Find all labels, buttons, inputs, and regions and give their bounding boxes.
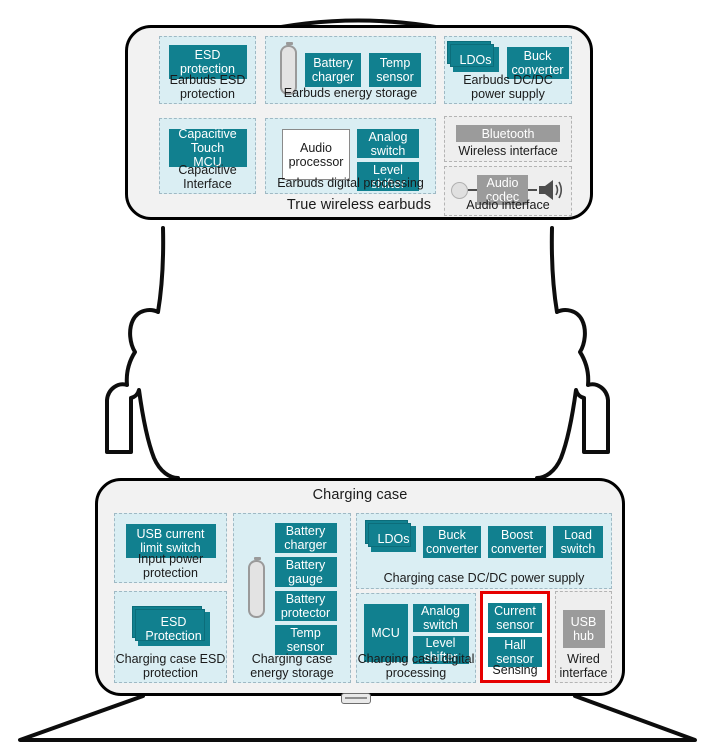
charging-case-panel: Charging case USB current limit switch I… [95,478,625,696]
group-case-esd[interactable]: ESD Protection Charging case ESD protect… [114,591,227,683]
chips-case-sensing: Current sensor Hall sensor [488,603,542,667]
chip-bluetooth[interactable]: Bluetooth [456,125,560,142]
group-case-dcdc[interactable]: LDOs Buck converter Boost converter Load… [356,513,612,589]
label-case-wired: Wired interface [559,652,608,680]
label-earbuds-dcdc: Earbuds DC/DC power supply [463,73,553,101]
chip-temp-sensor-case[interactable]: Temp sensor [274,625,337,655]
wire-right [528,189,537,191]
group-case-digital[interactable]: MCU Analog switch Level shifter Charging… [356,593,476,683]
group-earbuds-dcdc[interactable]: LDOs Buck converter Earbuds DC/DC power … [444,36,572,104]
chip-esd-protection-case[interactable]: ESD Protection [131,606,210,646]
microphone-icon [451,181,468,199]
label-earbuds-energy: Earbuds energy storage [283,86,418,100]
chips-case-energy: Battery charger Battery gauge Battery pr… [247,523,337,655]
group-case-energy[interactable]: Battery charger Battery gauge Battery pr… [233,513,351,683]
chips-case-esd: ESD Protection [131,606,210,646]
chip-usb-hub[interactable]: USB hub [562,610,605,648]
group-earbuds-energy[interactable]: Battery charger Temp sensor Earbuds ener… [265,36,436,104]
group-earbuds-esd[interactable]: ESD protection Earbuds ESD protection [159,36,256,104]
label-case-input-power: Input power protection [137,552,204,580]
group-case-sensing[interactable]: Current sensor Hall sensor Sensing [480,591,550,683]
chip-temp-sensor[interactable]: Temp sensor [369,53,421,87]
chip-ldos[interactable]: LDOs [446,41,499,72]
chip-battery-charger[interactable]: Battery charger [305,53,361,87]
label-case-esd: Charging case ESD protection [115,652,226,680]
label-case-digital: Charging case digital processing [357,652,475,680]
wire-left [468,189,477,191]
chip-ldos-case[interactable]: LDOs [365,520,416,552]
chips-case-wired: USB hub [562,610,605,648]
chip-capacitive-touch-mcu[interactable]: Capacitive Touch MCU [168,127,247,169]
chips-case-energy-column: Battery charger Battery gauge Battery pr… [274,523,337,655]
battery-icon-case [247,557,265,618]
chip-battery-gauge[interactable]: Battery gauge [274,557,337,587]
chip-battery-charger-case[interactable]: Battery charger [274,523,337,553]
chips-earbuds-capacitive: Capacitive Touch MCU [168,127,247,169]
usb-connector-icon [341,693,371,704]
chip-audio-processor[interactable]: Audio processor [282,129,350,180]
right-earbud-outline [535,226,610,480]
chip-buck-converter-case[interactable]: Buck converter [423,526,481,558]
group-case-wired[interactable]: USB hub Wired interface [555,591,612,683]
chip-analog-switch[interactable]: Analog switch [357,129,419,158]
group-earbuds-capacitive[interactable]: Capacitive Touch MCU Capacitive Interfac… [159,118,256,194]
charging-case-title: Charging case [312,487,408,503]
chip-current-sensor[interactable]: Current sensor [488,603,542,633]
earbuds-panel: ESD protection Earbuds ESD protection Ba… [125,25,593,220]
earbuds-panel-title: True wireless earbuds [286,197,432,213]
chips-case-dcdc: LDOs Buck converter Boost converter Load… [365,520,603,558]
group-earbuds-wireless[interactable]: Bluetooth Wireless interface [444,116,572,162]
chip-analog-switch-case[interactable]: Analog switch [412,604,469,632]
group-case-input-power[interactable]: USB current limit switch Input power pro… [114,513,227,583]
chip-load-switch[interactable]: Load switch [553,526,603,558]
label-case-dcdc: Charging case DC/DC power supply [383,571,585,585]
left-earbud-outline [105,226,180,480]
chips-earbuds-wireless: Bluetooth [456,125,560,142]
chip-battery-protector[interactable]: Battery protector [274,591,337,621]
label-earbuds-digital: Earbuds digital processing [277,176,424,190]
chip-boost-converter[interactable]: Boost converter [488,526,546,558]
label-case-energy: Charging case energy storage [250,652,334,680]
label-earbuds-wireless: Wireless interface [458,144,558,158]
label-earbuds-esd: Earbuds ESD protection [169,73,246,101]
label-earbuds-capacitive: Capacitive Interface [178,163,237,191]
group-earbuds-digital[interactable]: Audio processor Analog switch Level shif… [265,118,436,194]
label-case-sensing: Sensing [492,663,538,677]
